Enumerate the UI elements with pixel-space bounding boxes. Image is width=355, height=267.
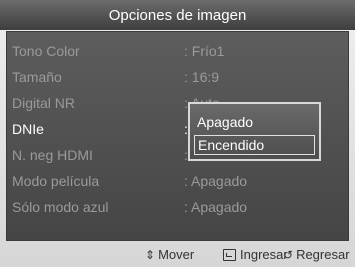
menu-item-label: Tamaño (12, 69, 62, 85)
menu-item-label: Sólo modo azul (12, 199, 109, 215)
menu-title-bar: Opciones de imagen (0, 0, 355, 30)
return-icon: ↺ (283, 247, 294, 262)
menu-item-tono-color[interactable]: Tono Color : Frío1 (7, 38, 350, 64)
enter-hint: Ingresar (223, 247, 288, 262)
move-hint-label: Mover (158, 247, 195, 262)
menu-item-label: Digital NR (12, 95, 76, 111)
menu-item-value: : Apagado (184, 199, 248, 215)
menu-title: Opciones de imagen (108, 6, 247, 24)
menu-item-value: : Frío1 (184, 43, 225, 59)
back-hint: ↺ Regresar (283, 247, 350, 262)
menu-item-label: N. neg HDMI (12, 147, 93, 163)
menu-item-label: Tono Color (12, 43, 80, 59)
menu-item-solo-modo-azul[interactable]: Sólo modo azul : Apagado (7, 194, 350, 220)
move-hint: ⇕ Mover (145, 247, 194, 262)
menu-item-label: Modo película (12, 173, 100, 189)
enter-icon (223, 248, 236, 261)
enter-hint-label: Ingresar (240, 247, 288, 262)
back-hint-label: Regresar (296, 247, 350, 262)
navigation-hints: ⇕ Mover Ingresar ↺ Regresar (0, 243, 355, 267)
dropdown-option-encendido[interactable]: Encendido (194, 135, 315, 155)
menu-item-modo-pelicula[interactable]: Modo película : Apagado (7, 168, 350, 194)
dropdown-option-apagado[interactable]: Apagado (194, 112, 315, 132)
menu-item-tamano[interactable]: Tamaño : 16:9 (7, 64, 350, 90)
picture-options-osd: Opciones de imagen Tono Color : Frío1 Ta… (0, 0, 355, 267)
menu-item-value: : Apagado (184, 173, 248, 189)
menu-item-label: DNIe (12, 121, 44, 137)
up-down-arrow-icon: ⇕ (145, 247, 156, 262)
dnie-options-dropdown: Apagado Encendido (188, 102, 321, 161)
menu-item-value: : 16:9 (184, 69, 220, 85)
